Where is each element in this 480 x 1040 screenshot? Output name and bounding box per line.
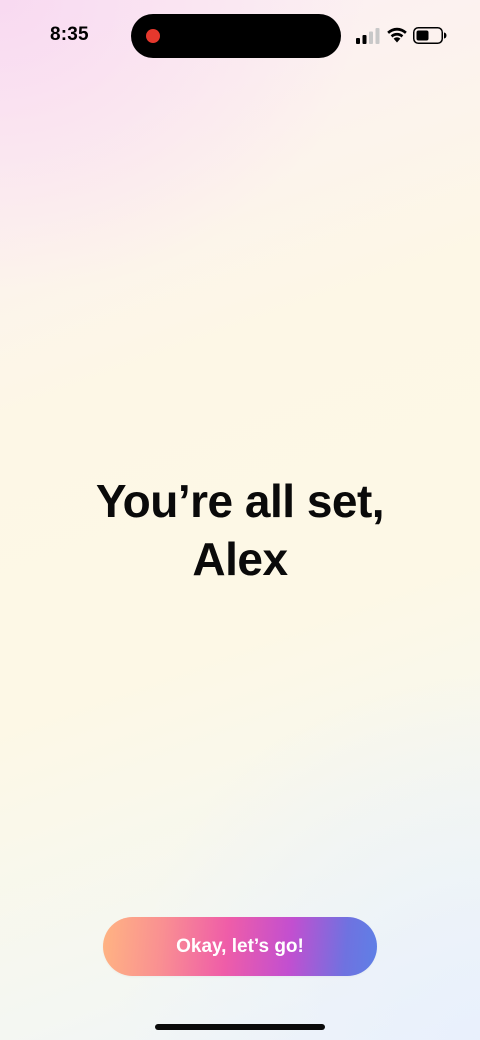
recording-indicator-icon xyxy=(146,29,160,43)
headline-line-1: You’re all set, xyxy=(95,475,385,527)
page-title: You’re all set, Alex xyxy=(0,472,480,588)
wifi-icon xyxy=(387,27,407,43)
cellular-signal-icon xyxy=(356,28,380,44)
battery-icon xyxy=(413,27,447,44)
status-time: 8:35 xyxy=(50,24,89,45)
continue-button[interactable]: Okay, let’s go! xyxy=(103,917,377,976)
headline-line-2: Alex xyxy=(192,533,288,585)
dynamic-island xyxy=(131,14,341,58)
home-indicator[interactable] xyxy=(155,1024,325,1030)
status-bar: 8:35 xyxy=(0,0,480,72)
